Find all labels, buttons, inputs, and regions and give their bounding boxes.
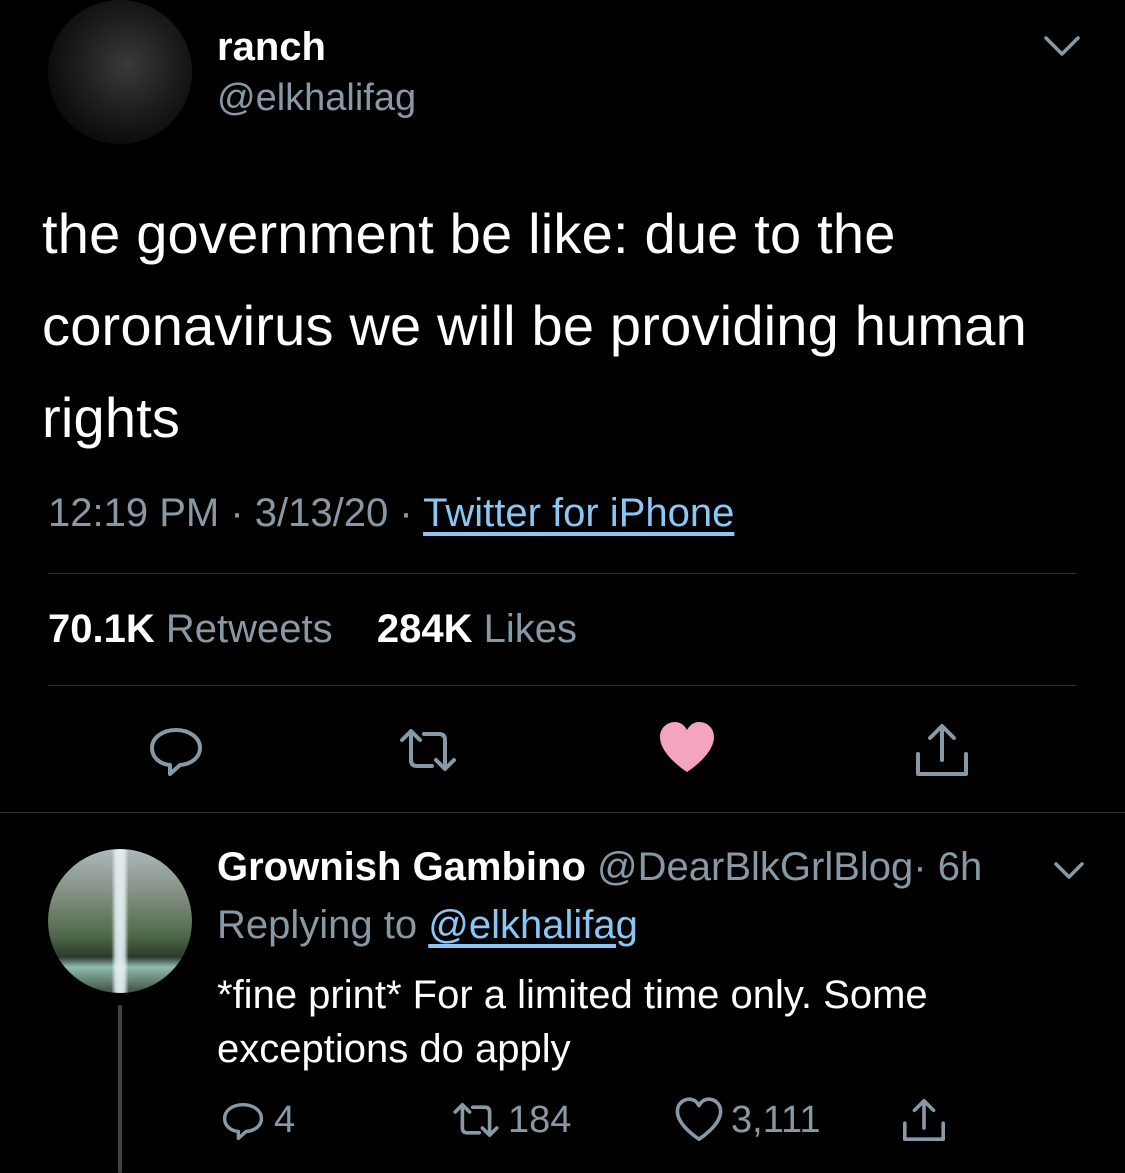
reply-age: 6h bbox=[937, 845, 983, 889]
reply-author-handle[interactable]: @DearBlkGrlBlog bbox=[597, 845, 913, 889]
retweet-icon[interactable] bbox=[398, 720, 458, 780]
retweet-icon bbox=[453, 1103, 499, 1137]
replying-prefix: Replying to bbox=[217, 903, 418, 947]
meta-separator: · bbox=[399, 491, 413, 535]
author-avatar[interactable] bbox=[48, 0, 192, 144]
reply-share-action[interactable] bbox=[900, 1094, 956, 1146]
reply-icon[interactable] bbox=[146, 720, 206, 780]
divider bbox=[48, 573, 1077, 574]
tweet-meta: 12:19 PM · 3/13/20 · Twitter for iPhone bbox=[48, 488, 734, 538]
meta-separator: · bbox=[230, 491, 244, 535]
heart-icon bbox=[675, 1097, 723, 1141]
author-handle[interactable]: @elkhalifag bbox=[217, 76, 416, 120]
replying-to: Replying to @elkhalifag bbox=[217, 900, 638, 950]
meta-separator: · bbox=[913, 845, 927, 889]
reply-count: 4 bbox=[274, 1098, 296, 1141]
reply-text: *fine print* For a limited time only. So… bbox=[217, 973, 928, 1071]
reply-header: Grownish Gambino @DearBlkGrlBlog· 6h bbox=[217, 842, 982, 892]
thread-line bbox=[118, 1005, 122, 1173]
likes-stat[interactable]: 284K Likes bbox=[377, 607, 577, 651]
reply-like-action[interactable]: 3,111 bbox=[675, 1094, 820, 1146]
reply-author-avatar[interactable] bbox=[48, 849, 192, 993]
likes-label: Likes bbox=[483, 607, 578, 651]
heart-icon[interactable] bbox=[657, 718, 717, 778]
tweet-source-link[interactable]: Twitter for iPhone bbox=[423, 491, 734, 535]
tweet-stats: 70.1K Retweets 284K Likes bbox=[48, 604, 577, 654]
replying-mention-link[interactable]: @elkhalifag bbox=[428, 903, 638, 947]
divider bbox=[48, 685, 1077, 686]
tweet-text: the government be like: due to the coron… bbox=[42, 202, 1027, 449]
like-count: 3,111 bbox=[731, 1098, 821, 1141]
share-icon bbox=[903, 1099, 945, 1141]
tweet-date: 3/13/20 bbox=[254, 491, 389, 535]
chevron-down-icon[interactable] bbox=[1042, 28, 1082, 64]
reply-author-name[interactable]: Grownish Gambino bbox=[217, 845, 586, 889]
retweets-stat[interactable]: 70.1K Retweets bbox=[48, 607, 333, 651]
likes-count: 284K bbox=[376, 607, 473, 651]
retweets-count: 70.1K bbox=[48, 607, 155, 651]
tweet-time: 12:19 PM bbox=[48, 491, 220, 535]
share-icon[interactable] bbox=[912, 720, 972, 780]
reply-reply-action[interactable]: 4 bbox=[220, 1094, 295, 1146]
reply-retweet-action[interactable]: 184 bbox=[452, 1094, 571, 1146]
reply-icon bbox=[222, 1102, 264, 1141]
divider bbox=[0, 812, 1125, 813]
retweets-label: Retweets bbox=[165, 607, 333, 651]
chevron-down-icon[interactable] bbox=[1052, 855, 1086, 885]
retweet-count: 184 bbox=[508, 1098, 572, 1141]
author-display-name[interactable]: ranch bbox=[217, 24, 326, 70]
